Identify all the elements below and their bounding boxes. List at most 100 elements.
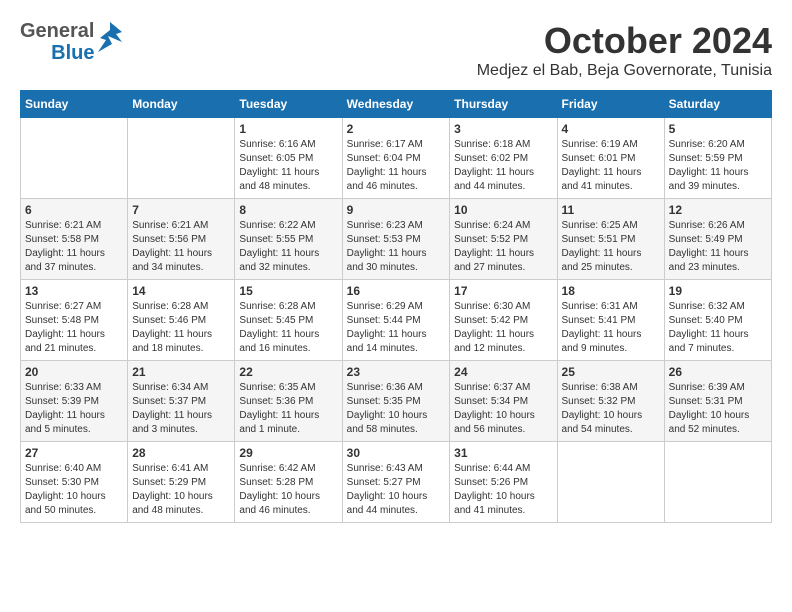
logo-bird-icon — [98, 22, 122, 63]
day-info: Sunrise: 6:41 AM Sunset: 5:29 PM Dayligh… — [132, 462, 230, 518]
day-info: Sunrise: 6:37 AM Sunset: 5:34 PM Dayligh… — [454, 381, 552, 437]
col-friday: Friday — [557, 91, 664, 118]
table-row: 25 Sunrise: 6:38 AM Sunset: 5:32 PM Dayli… — [557, 361, 664, 442]
day-number: 9 — [347, 203, 446, 217]
table-row: 4 Sunrise: 6:19 AM Sunset: 6:01 PM Daylig… — [557, 118, 664, 199]
day-info: Sunrise: 6:38 AM Sunset: 5:32 PM Dayligh… — [562, 381, 660, 437]
day-number: 26 — [669, 365, 767, 379]
table-row: 2 Sunrise: 6:17 AM Sunset: 6:04 PM Daylig… — [342, 118, 450, 199]
logo: General Blue — [20, 20, 122, 64]
day-number: 21 — [132, 365, 230, 379]
table-row: 22 Sunrise: 6:35 AM Sunset: 5:36 PM Dayli… — [235, 361, 342, 442]
day-number: 5 — [669, 122, 767, 136]
day-info: Sunrise: 6:35 AM Sunset: 5:36 PM Dayligh… — [239, 381, 337, 437]
col-thursday: Thursday — [450, 91, 557, 118]
day-number: 25 — [562, 365, 660, 379]
day-number: 29 — [239, 446, 337, 460]
day-info: Sunrise: 6:25 AM Sunset: 5:51 PM Dayligh… — [562, 219, 660, 275]
day-info: Sunrise: 6:18 AM Sunset: 6:02 PM Dayligh… — [454, 138, 552, 194]
day-number: 20 — [25, 365, 123, 379]
day-info: Sunrise: 6:21 AM Sunset: 5:56 PM Dayligh… — [132, 219, 230, 275]
day-info: Sunrise: 6:16 AM Sunset: 6:05 PM Dayligh… — [239, 138, 337, 194]
table-row: 26 Sunrise: 6:39 AM Sunset: 5:31 PM Dayli… — [664, 361, 771, 442]
day-info: Sunrise: 6:20 AM Sunset: 5:59 PM Dayligh… — [669, 138, 767, 194]
table-row: 18 Sunrise: 6:31 AM Sunset: 5:41 PM Dayli… — [557, 280, 664, 361]
day-info: Sunrise: 6:34 AM Sunset: 5:37 PM Dayligh… — [132, 381, 230, 437]
day-info: Sunrise: 6:28 AM Sunset: 5:46 PM Dayligh… — [132, 300, 230, 356]
table-row: 9 Sunrise: 6:23 AM Sunset: 5:53 PM Daylig… — [342, 199, 450, 280]
table-row: 12 Sunrise: 6:26 AM Sunset: 5:49 PM Dayli… — [664, 199, 771, 280]
table-row: 8Sunrise: 6:22 AM Sunset: 5:55 PM Daylig… — [235, 199, 342, 280]
col-sunday: Sunday — [21, 91, 128, 118]
day-number: 31 — [454, 446, 552, 460]
calendar-table: Sunday Monday Tuesday Wednesday Thursday… — [20, 90, 772, 523]
col-wednesday: Wednesday — [342, 91, 450, 118]
table-row: 14 Sunrise: 6:28 AM Sunset: 5:46 PM Dayli… — [128, 280, 235, 361]
day-number: 7 — [132, 203, 230, 217]
table-row: 1 Sunrise: 6:16 AM Sunset: 6:05 PM Daylig… — [235, 118, 342, 199]
calendar-week-row: 6 Sunrise: 6:21 AM Sunset: 5:58 PM Daylig… — [21, 199, 772, 280]
table-row: 11 Sunrise: 6:25 AM Sunset: 5:51 PM Dayli… — [557, 199, 664, 280]
table-row — [557, 442, 664, 523]
calendar-week-row: 1 Sunrise: 6:16 AM Sunset: 6:05 PM Daylig… — [21, 118, 772, 199]
calendar-week-row: 27Sunrise: 6:40 AM Sunset: 5:30 PM Dayli… — [21, 442, 772, 523]
title-section: October 2024 Medjez el Bab, Beja Governo… — [477, 20, 772, 80]
day-info: Sunrise: 6:42 AM Sunset: 5:28 PM Dayligh… — [239, 462, 337, 518]
day-number: 24 — [454, 365, 552, 379]
day-info: Sunrise: 6:23 AM Sunset: 5:53 PM Dayligh… — [347, 219, 446, 275]
table-row: 3 Sunrise: 6:18 AM Sunset: 6:02 PM Daylig… — [450, 118, 557, 199]
day-info: Sunrise: 6:26 AM Sunset: 5:49 PM Dayligh… — [669, 219, 767, 275]
day-info: Sunrise: 6:27 AM Sunset: 5:48 PM Dayligh… — [25, 300, 123, 356]
day-number: 2 — [347, 122, 446, 136]
day-info: Sunrise: 6:44 AM Sunset: 5:26 PM Dayligh… — [454, 462, 552, 518]
table-row: 28Sunrise: 6:41 AM Sunset: 5:29 PM Dayli… — [128, 442, 235, 523]
table-row: 24 Sunrise: 6:37 AM Sunset: 5:34 PM Dayli… — [450, 361, 557, 442]
day-info: Sunrise: 6:17 AM Sunset: 6:04 PM Dayligh… — [347, 138, 446, 194]
table-row: 7 Sunrise: 6:21 AM Sunset: 5:56 PM Daylig… — [128, 199, 235, 280]
day-number: 4 — [562, 122, 660, 136]
table-row: 15Sunrise: 6:28 AM Sunset: 5:45 PM Dayli… — [235, 280, 342, 361]
day-number: 6 — [25, 203, 123, 217]
day-info: Sunrise: 6:39 AM Sunset: 5:31 PM Dayligh… — [669, 381, 767, 437]
table-row: 31 Sunrise: 6:44 AM Sunset: 5:26 PM Dayli… — [450, 442, 557, 523]
table-row: 10 Sunrise: 6:24 AM Sunset: 5:52 PM Dayli… — [450, 199, 557, 280]
day-number: 27 — [25, 446, 123, 460]
day-number: 10 — [454, 203, 552, 217]
day-number: 14 — [132, 284, 230, 298]
table-row: 27Sunrise: 6:40 AM Sunset: 5:30 PM Dayli… — [21, 442, 128, 523]
col-tuesday: Tuesday — [235, 91, 342, 118]
day-info: Sunrise: 6:28 AM Sunset: 5:45 PM Dayligh… — [239, 300, 337, 356]
day-number: 3 — [454, 122, 552, 136]
day-number: 18 — [562, 284, 660, 298]
day-info: Sunrise: 6:19 AM Sunset: 6:01 PM Dayligh… — [562, 138, 660, 194]
logo-blue-text: Blue — [51, 42, 94, 64]
col-monday: Monday — [128, 91, 235, 118]
day-info: Sunrise: 6:24 AM Sunset: 5:52 PM Dayligh… — [454, 219, 552, 275]
day-number: 13 — [25, 284, 123, 298]
day-info: Sunrise: 6:29 AM Sunset: 5:44 PM Dayligh… — [347, 300, 446, 356]
day-number: 8 — [239, 203, 337, 217]
day-info: Sunrise: 6:21 AM Sunset: 5:58 PM Dayligh… — [25, 219, 123, 275]
month-title: October 2024 — [477, 20, 772, 62]
day-number: 17 — [454, 284, 552, 298]
table-row — [21, 118, 128, 199]
day-number: 19 — [669, 284, 767, 298]
table-row — [128, 118, 235, 199]
table-row: 23Sunrise: 6:36 AM Sunset: 5:35 PM Dayli… — [342, 361, 450, 442]
table-row: 21 Sunrise: 6:34 AM Sunset: 5:37 PM Dayli… — [128, 361, 235, 442]
day-number: 11 — [562, 203, 660, 217]
table-row: 16Sunrise: 6:29 AM Sunset: 5:44 PM Dayli… — [342, 280, 450, 361]
location-title: Medjez el Bab, Beja Governorate, Tunisia — [477, 62, 772, 80]
day-number: 22 — [239, 365, 337, 379]
calendar-header-row: Sunday Monday Tuesday Wednesday Thursday… — [21, 91, 772, 118]
day-number: 1 — [239, 122, 337, 136]
calendar-week-row: 13 Sunrise: 6:27 AM Sunset: 5:48 PM Dayli… — [21, 280, 772, 361]
day-info: Sunrise: 6:31 AM Sunset: 5:41 PM Dayligh… — [562, 300, 660, 356]
table-row: 30Sunrise: 6:43 AM Sunset: 5:27 PM Dayli… — [342, 442, 450, 523]
table-row: 20 Sunrise: 6:33 AM Sunset: 5:39 PM Dayli… — [21, 361, 128, 442]
day-number: 12 — [669, 203, 767, 217]
table-row: 6 Sunrise: 6:21 AM Sunset: 5:58 PM Daylig… — [21, 199, 128, 280]
table-row: 29 Sunrise: 6:42 AM Sunset: 5:28 PM Dayli… — [235, 442, 342, 523]
day-info: Sunrise: 6:33 AM Sunset: 5:39 PM Dayligh… — [25, 381, 123, 437]
logo-general-text: General — [20, 20, 94, 42]
